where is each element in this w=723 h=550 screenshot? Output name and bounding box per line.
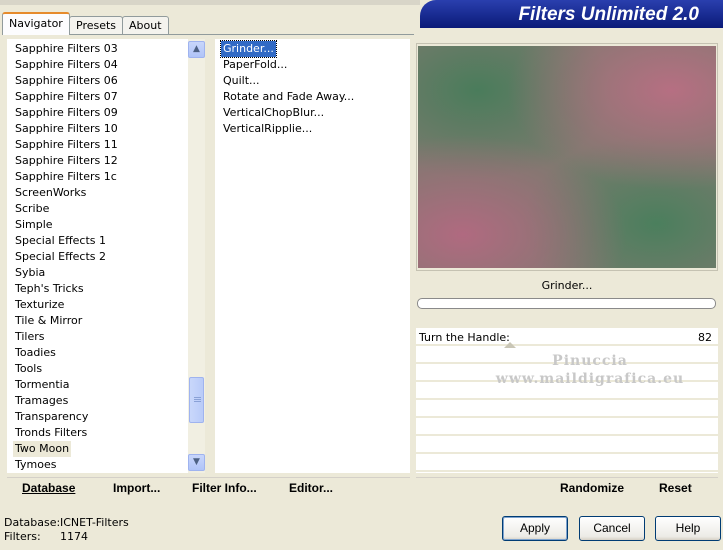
filter-item[interactable]: VerticalChopBlur... xyxy=(221,105,326,121)
category-item[interactable]: Two Moon xyxy=(13,441,72,457)
editor-button[interactable]: Editor... xyxy=(289,481,333,495)
database-button[interactable]: Database xyxy=(22,481,75,495)
category-item[interactable]: Tramages xyxy=(13,393,70,409)
watermark-line-1: Pinuccia xyxy=(552,353,628,369)
database-value: ICNET-Filters xyxy=(60,516,129,529)
param-value: 82 xyxy=(698,331,712,344)
app-title-banner: Filters Unlimited 2.0 xyxy=(420,0,723,28)
apply-button[interactable]: Apply xyxy=(502,516,568,541)
tab-presets[interactable]: Presets xyxy=(69,16,124,34)
category-item[interactable]: Sapphire Filters 04 xyxy=(13,57,120,73)
scroll-up-button[interactable]: ▲ xyxy=(188,41,205,58)
cancel-button[interactable]: Cancel xyxy=(579,516,645,541)
filter-info-button[interactable]: Filter Info... xyxy=(192,481,257,495)
filters-count-value: 1174 xyxy=(60,530,88,543)
filter-item[interactable]: Grinder... xyxy=(220,40,277,58)
param-row-empty xyxy=(416,420,718,436)
category-item[interactable]: Toadies xyxy=(13,345,58,361)
app-title: Filters Unlimited 2.0 xyxy=(518,4,699,25)
category-item[interactable]: Teph's Tricks xyxy=(13,281,86,297)
preview-filter-name: Grinder... xyxy=(541,279,593,292)
param-label: Turn the Handle: xyxy=(419,331,510,344)
database-label: Database: xyxy=(4,516,61,529)
category-item[interactable]: Sapphire Filters 10 xyxy=(13,121,120,137)
category-item[interactable]: Tymoes xyxy=(13,457,58,473)
category-list[interactable]: Sapphire Filters 03 Sapphire Filters 04 Sa… xyxy=(7,39,205,473)
filter-item[interactable]: VerticalRipplie... xyxy=(221,121,314,137)
watermark-line-2: www.maildigrafica.eu xyxy=(495,371,685,387)
category-item[interactable]: ScreenWorks xyxy=(13,185,88,201)
param-row-empty xyxy=(416,438,718,454)
filter-list[interactable]: Grinder... PaperFold... Quilt... Rotate and… xyxy=(215,39,410,473)
category-item[interactable]: Sapphire Filters 03 xyxy=(13,41,120,57)
category-item[interactable]: Sapphire Filters 09 xyxy=(13,105,120,121)
filter-item[interactable]: Rotate and Fade Away... xyxy=(221,89,356,105)
category-item[interactable]: Sybia xyxy=(13,265,47,281)
category-item[interactable]: Special Effects 2 xyxy=(13,249,108,265)
filter-item[interactable]: PaperFold... xyxy=(221,57,289,73)
category-item[interactable]: Scribe xyxy=(13,201,51,217)
category-item[interactable]: Tile & Mirror xyxy=(13,313,84,329)
category-item[interactable]: Special Effects 1 xyxy=(13,233,108,249)
grip-line xyxy=(194,399,201,400)
category-item[interactable]: Tormentia xyxy=(13,377,71,393)
help-button[interactable]: Help xyxy=(655,516,721,541)
param-row-turn-the-handle[interactable]: Turn the Handle: 82 xyxy=(416,330,718,348)
param-row-empty xyxy=(416,456,718,472)
grip-line xyxy=(194,397,201,398)
category-scrollbar[interactable]: ▲ ▼ xyxy=(188,39,205,473)
category-item[interactable]: Tronds Filters xyxy=(13,425,89,441)
category-item[interactable]: Sapphire Filters 06 xyxy=(13,73,120,89)
parameter-area: Turn the Handle: 82 xyxy=(416,328,718,473)
tab-about[interactable]: About xyxy=(122,16,169,34)
tab-navigator[interactable]: Navigator xyxy=(2,12,70,35)
scroll-thumb[interactable] xyxy=(189,377,204,423)
category-item[interactable]: Transparency xyxy=(13,409,90,425)
tab-bar: Navigator Presets About xyxy=(2,12,172,35)
import-button[interactable]: Import... xyxy=(113,481,160,495)
category-item[interactable]: Tilers xyxy=(13,329,47,345)
filters-unlimited-dialog: { "window": { "title": "Filters Unlimite… xyxy=(0,0,723,550)
scroll-down-button[interactable]: ▼ xyxy=(188,454,205,471)
progress-bar xyxy=(417,298,716,309)
grip-line xyxy=(194,401,201,402)
randomize-button[interactable]: Randomize xyxy=(560,481,624,495)
category-item[interactable]: Sapphire Filters 07 xyxy=(13,89,120,105)
watermark: Pinuccia www.maildigrafica.eu xyxy=(470,352,710,388)
category-item[interactable]: Sapphire Filters 1c xyxy=(13,169,119,185)
param-row-empty xyxy=(416,402,718,418)
category-item[interactable]: Sapphire Filters 11 xyxy=(13,137,120,153)
preview-image[interactable] xyxy=(418,46,716,268)
reset-button[interactable]: Reset xyxy=(659,481,692,495)
category-item[interactable]: Tools xyxy=(13,361,44,377)
category-item[interactable]: Simple xyxy=(13,217,55,233)
category-item[interactable]: Texturize xyxy=(13,297,66,313)
category-item[interactable]: Sapphire Filters 12 xyxy=(13,153,120,169)
top-strip xyxy=(0,0,420,5)
filters-count-label: Filters: xyxy=(4,530,41,543)
filter-item[interactable]: Quilt... xyxy=(221,73,262,89)
